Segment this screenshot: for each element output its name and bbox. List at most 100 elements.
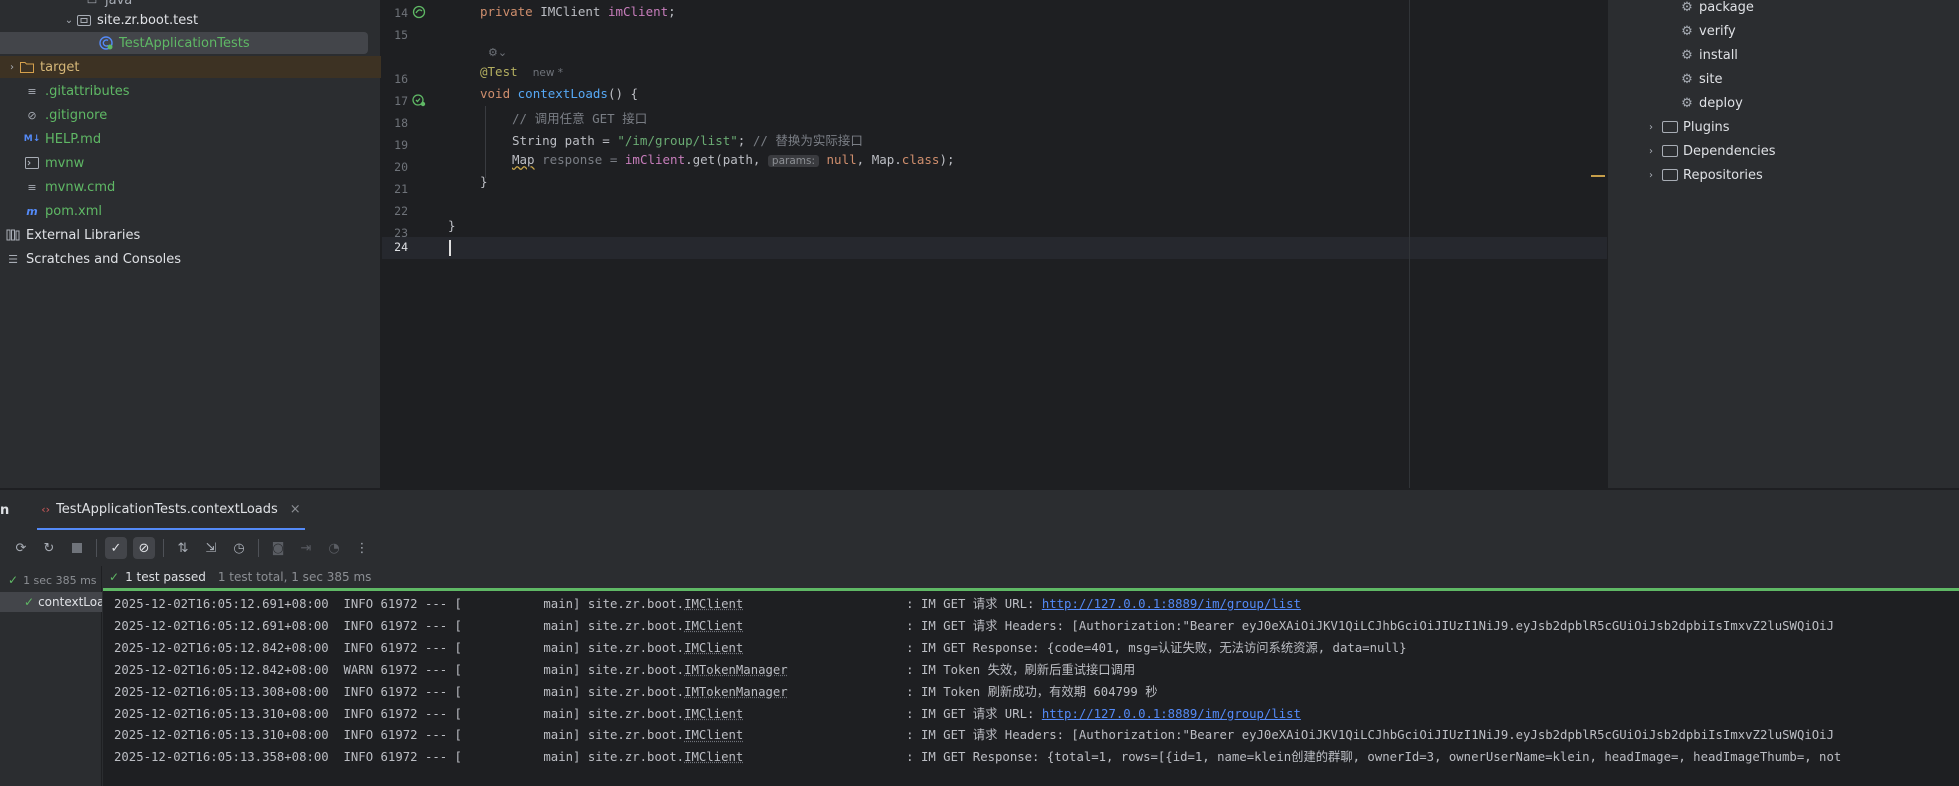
test-tree-root[interactable]: ✓ 1 sec 385 ms [8,570,97,590]
warning-stripe-marker[interactable] [1591,175,1605,177]
tree-item-target[interactable]: › target [0,56,381,78]
sort-alpha-icon[interactable]: ⇅ [172,537,194,559]
log-prefix: 2025-12-02T16:05:13.310+08:00 INFO 61972… [114,728,684,742]
test-history-icon[interactable]: ◷ [228,537,250,559]
tree-item-gitattributes[interactable]: ≡ .gitattributes [0,80,381,102]
run-toolbar: ⟳ ↻ ✓ ⊘ ⇅ ⇲ ◷ ◙ ⇥ ◔ ⋮ [0,530,1959,566]
code-editor[interactable]: 14 15 16 17 18 19 20 21 22 23 24 private… [382,0,1607,488]
editor-gutter[interactable]: 14 15 16 17 18 19 20 21 22 23 24 [382,0,446,488]
code-line-21[interactable]: } [480,174,488,189]
log-prefix: 2025-12-02T16:05:13.308+08:00 INFO 61972… [114,685,684,699]
log-logger-class: IMTokenManager [684,663,788,677]
log-line[interactable]: 2025-12-02T16:05:13.310+08:00 INFO 61972… [114,704,1301,722]
test-config-icon: ‹› [41,503,50,516]
tree-item-mvnw[interactable]: mvnw [0,152,381,174]
close-icon[interactable]: × [290,502,301,517]
tree-item-external-libraries[interactable]: External Libraries [0,224,381,246]
maven-goal-label: site [1699,72,1722,87]
code-line-16[interactable]: @Test new * [480,64,563,79]
maven-group-label: Repositories [1683,168,1763,183]
stop-icon[interactable] [66,537,88,559]
tree-item-label: .gitignore [45,108,107,123]
log-line[interactable]: 2025-12-02T16:05:12.691+08:00 INFO 61972… [114,594,1301,612]
log-line[interactable]: 2025-12-02T16:05:13.310+08:00 INFO 61972… [114,725,1834,743]
chevron-down-icon[interactable]: ⌄ [62,15,76,26]
log-line[interactable]: 2025-12-02T16:05:13.308+08:00 INFO 61972… [114,682,1158,700]
run-tab-test[interactable]: ‹› TestApplicationTests.contextLoads × [37,490,304,530]
package-folder-icon [76,13,92,27]
line-number: 19 [388,138,408,152]
tree-item-package[interactable]: ⌄ site.zr.boot.test [0,9,381,31]
rerun-failed-icon[interactable]: ↻ [38,537,60,559]
code-line-23[interactable]: } [448,218,456,233]
maven-group-repositories[interactable]: › Repositories [1644,164,1763,186]
tree-item-pom-xml[interactable]: m pom.xml [0,200,381,222]
inlay-hint-widget-icon[interactable]: ⚙⌄ [488,46,507,59]
chevron-right-icon[interactable]: › [5,62,19,73]
chevron-right-icon[interactable]: › [1644,146,1658,157]
tree-item-test-class[interactable]: TestApplicationTests [0,32,368,54]
log-prefix: 2025-12-02T16:05:12.691+08:00 INFO 61972… [114,619,684,633]
code-token: contextLoads [518,86,608,101]
tree-item-mvnw-cmd[interactable]: ≡ mvnw.cmd [0,176,381,198]
maven-group-dependencies[interactable]: › Dependencies [1644,140,1776,162]
maven-goal-install[interactable]: ⚙ install [1680,44,1738,66]
run-test-gutter-icon[interactable] [412,93,426,111]
author-inlay-hint[interactable]: new * [533,67,563,79]
code-line-17[interactable]: void contextLoads() { [480,86,638,101]
log-url-link[interactable]: http://127.0.0.1:8889/im/group/list [1042,597,1301,611]
test-tree-item[interactable]: ✓ contextLoa [0,592,102,612]
sort-duration-icon[interactable]: ⇲ [200,537,222,559]
tree-item-label: pom.xml [45,204,102,219]
show-ignored-icon[interactable]: ⊘ [133,537,155,559]
maven-goal-verify[interactable]: ⚙ verify [1680,20,1736,42]
code-line-18[interactable]: // 调用任意 GET 接口 [512,108,647,127]
test-progress-bar [103,588,1959,591]
log-logger-class: IMClient [684,619,743,633]
code-token: private [480,4,540,19]
log-line[interactable]: 2025-12-02T16:05:12.842+08:00 WARN 61972… [114,660,1135,678]
line-number: 23 [388,226,408,240]
code-token: // 调用任意 GET 接口 [512,111,647,126]
text-file-icon: ≡ [24,180,40,194]
code-token: String path = [512,133,617,148]
bean-gutter-icon[interactable] [412,5,426,23]
test-item-label: contextLoa [38,595,102,609]
console-output[interactable]: ✓ 1 test passed 1 test total, 1 sec 385 … [103,566,1959,786]
maven-goal-site[interactable]: ⚙ site [1680,68,1722,90]
tree-item-gitignore[interactable]: ⊘ .gitignore [0,104,381,126]
check-icon: ✓ [109,570,119,584]
maven-goal-label: verify [1699,24,1736,39]
maven-group-plugins[interactable]: › Plugins [1644,116,1730,138]
rerun-icon[interactable]: ⟳ [10,537,32,559]
chevron-right-icon[interactable]: › [1644,170,1658,181]
folder-icon [19,60,35,74]
code-token: @Test [480,64,518,79]
log-message: : IM GET 请求 URL: [743,707,1042,721]
log-message: : IM GET Response: {total=1, rows=[{id=1… [743,750,1841,764]
log-logger-class: IMClient [684,641,743,655]
folder-icon [1662,145,1678,157]
chevron-right-icon[interactable]: › [1644,122,1658,133]
log-line[interactable]: 2025-12-02T16:05:12.842+08:00 INFO 61972… [114,638,1407,656]
import-tests-icon[interactable]: ⇥ [295,537,317,559]
tree-item-scratches[interactable]: ☰ Scratches and Consoles [0,248,381,270]
coverage-icon[interactable]: ◔ [323,537,345,559]
tree-item-help-md[interactable]: M↓ HELP.md [0,128,381,150]
show-passed-icon[interactable]: ✓ [105,537,127,559]
log-prefix: 2025-12-02T16:05:12.691+08:00 INFO 61972… [114,597,684,611]
log-line[interactable]: 2025-12-02T16:05:12.691+08:00 INFO 61972… [114,616,1834,634]
parameter-inlay-hint: params: [768,155,819,167]
code-token: , Map. [857,152,902,167]
code-line-20[interactable]: Map response = imClient.get(path, params… [512,152,955,167]
tree-item-label: TestApplicationTests [119,36,250,51]
code-line-14[interactable]: private IMClient imClient; [480,4,676,19]
gear-icon: ⚙ [1680,72,1694,87]
more-options-icon[interactable]: ⋮ [351,537,373,559]
log-line[interactable]: 2025-12-02T16:05:13.358+08:00 INFO 61972… [114,747,1841,765]
maven-goal-package[interactable]: ⚙ package [1680,0,1754,18]
code-line-19[interactable]: String path = "/im/group/list"; // 替换为实际… [512,130,863,149]
log-url-link[interactable]: http://127.0.0.1:8889/im/group/list [1042,707,1301,721]
screenshot-icon[interactable]: ◙ [267,537,289,559]
maven-goal-deploy[interactable]: ⚙ deploy [1680,92,1743,114]
